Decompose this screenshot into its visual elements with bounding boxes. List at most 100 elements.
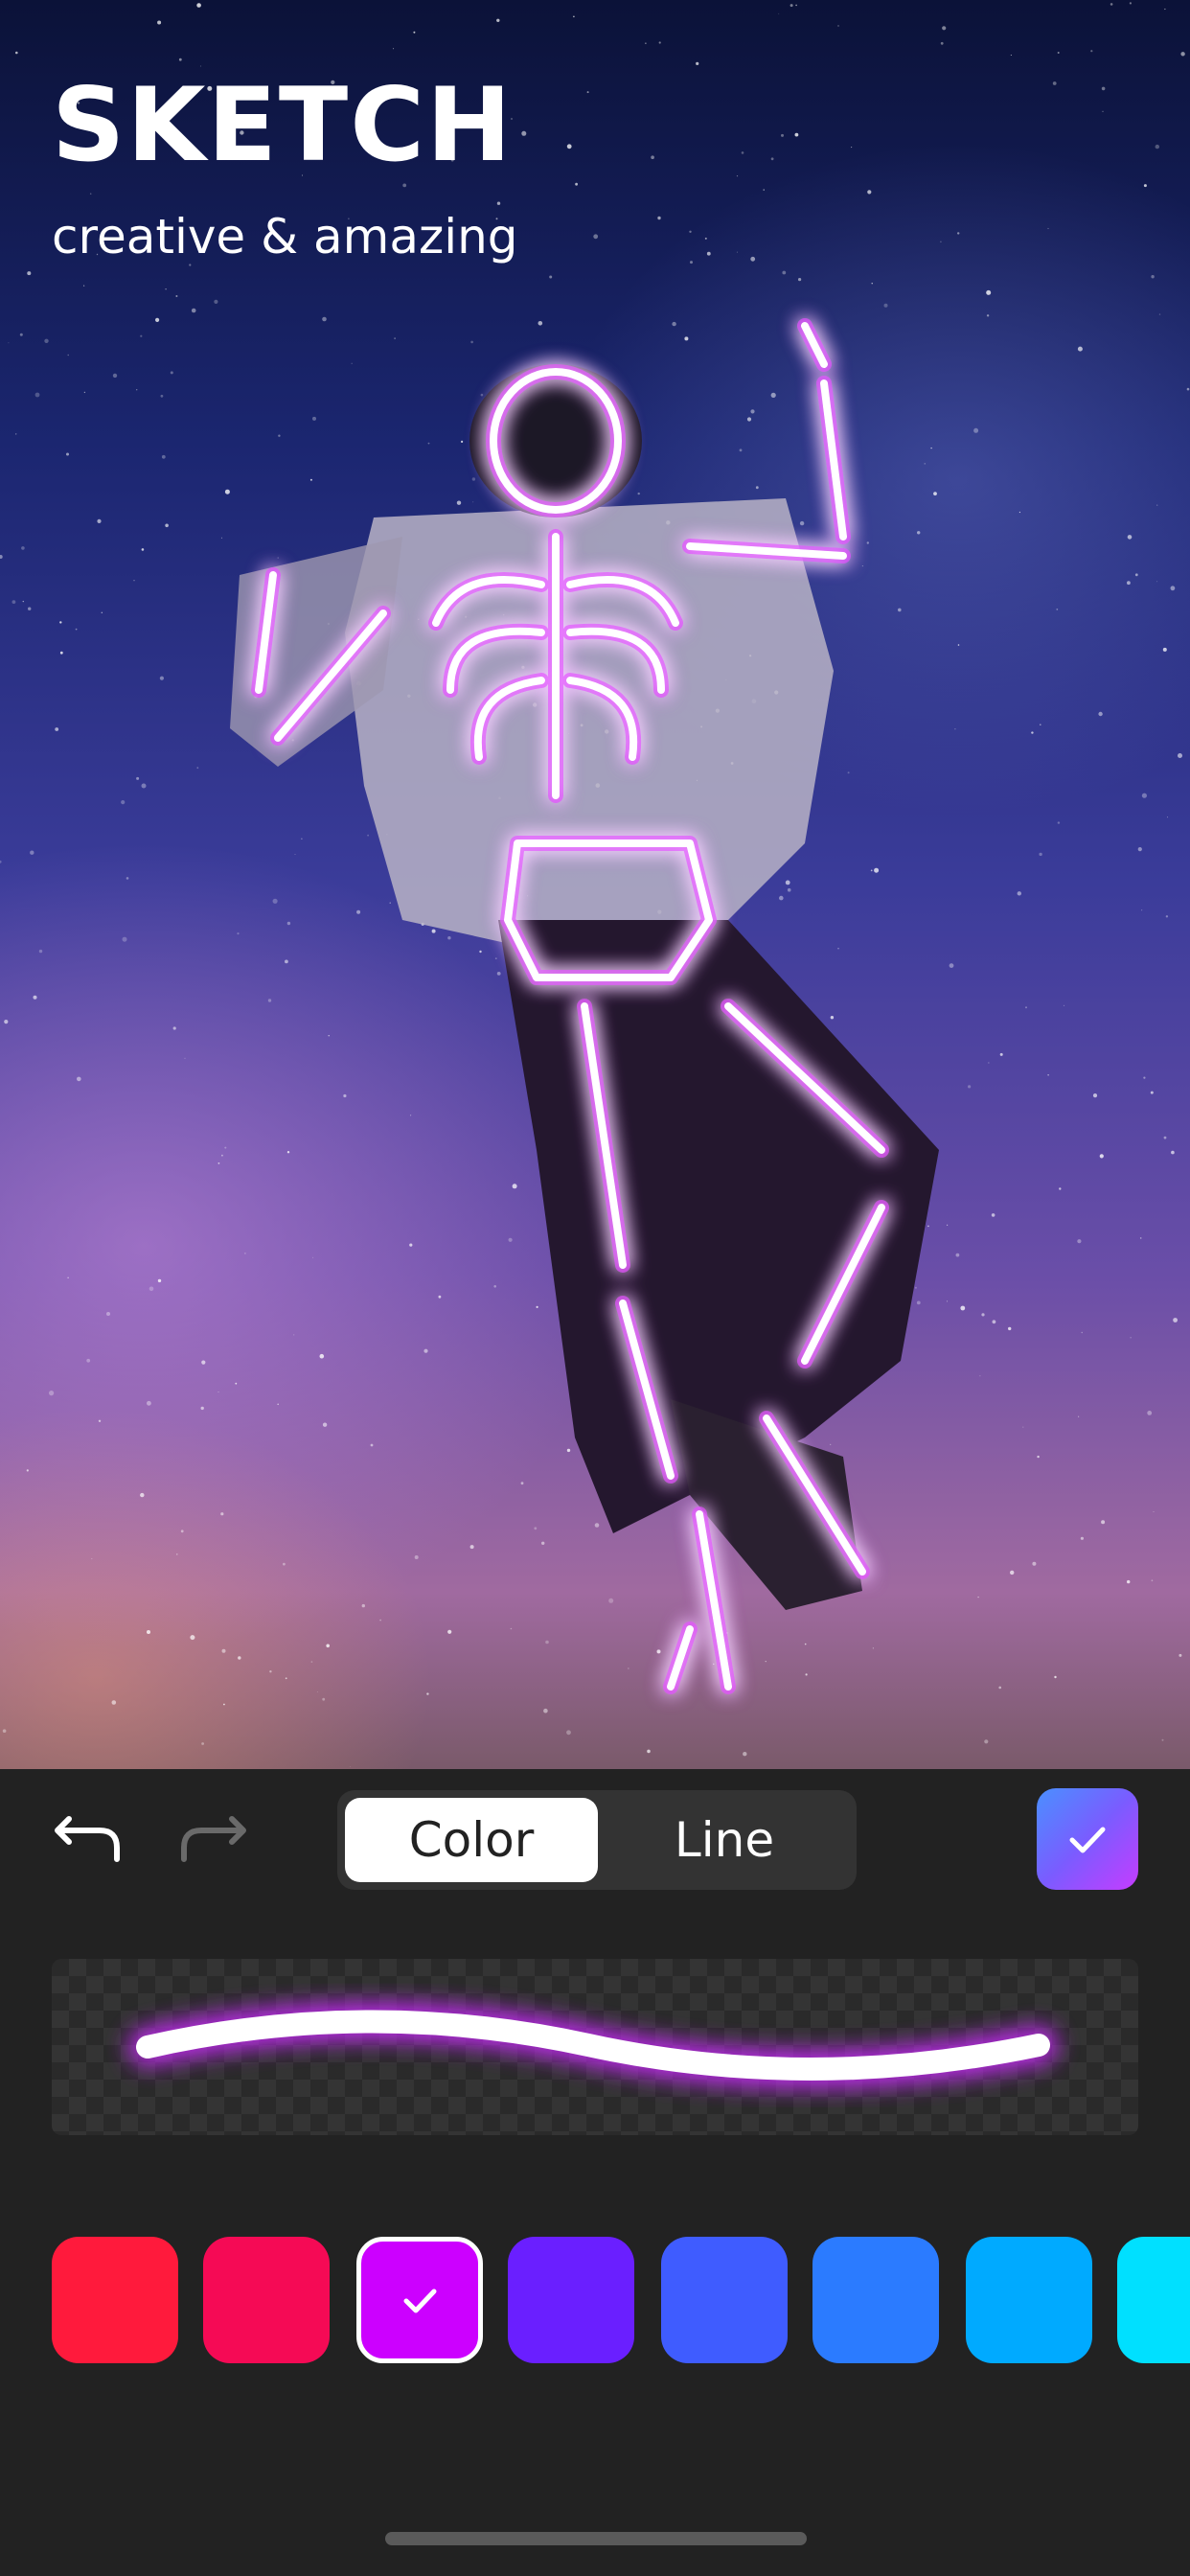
- star: [224, 1146, 227, 1149]
- star: [1150, 1091, 1154, 1094]
- star: [11, 600, 16, 604]
- star: [566, 1448, 571, 1453]
- star: [244, 1253, 246, 1254]
- star: [1010, 55, 1012, 56]
- color-swatch-indigo[interactable]: [661, 2237, 788, 2363]
- star: [672, 321, 676, 327]
- star: [690, 261, 693, 264]
- star: [566, 1730, 571, 1736]
- star: [178, 58, 182, 61]
- star: [141, 548, 145, 551]
- star: [312, 416, 316, 421]
- star: [0, 860, 2, 863]
- color-swatch-row: [0, 2237, 1190, 2367]
- star: [351, 362, 353, 364]
- undo-button[interactable]: [40, 1790, 136, 1886]
- star: [410, 1115, 412, 1116]
- star: [427, 442, 430, 445]
- color-swatch-sky[interactable]: [966, 2237, 1092, 2363]
- star: [955, 1253, 960, 1257]
- star: [1158, 313, 1161, 315]
- star: [1099, 1154, 1104, 1159]
- color-swatch-red[interactable]: [52, 2237, 178, 2363]
- star: [431, 929, 436, 933]
- star: [763, 189, 765, 191]
- star: [874, 867, 880, 873]
- color-swatch-blue[interactable]: [812, 2237, 939, 2363]
- star: [319, 1353, 325, 1359]
- star: [326, 1644, 331, 1648]
- star: [954, 728, 956, 730]
- star: [647, 1749, 651, 1754]
- star: [947, 1300, 948, 1302]
- star: [847, 771, 850, 774]
- star: [201, 1742, 205, 1745]
- star: [15, 433, 17, 435]
- color-swatch-magenta[interactable]: [356, 2237, 483, 2363]
- star: [175, 295, 178, 297]
- redo-button[interactable]: [165, 1790, 261, 1886]
- star: [593, 234, 599, 240]
- star: [301, 838, 303, 840]
- star: [1081, 1331, 1083, 1334]
- star: [992, 1320, 996, 1324]
- star: [543, 1708, 548, 1714]
- star: [59, 651, 63, 655]
- star: [575, 182, 578, 186]
- star: [999, 1052, 1003, 1056]
- star: [1101, 1520, 1106, 1525]
- star: [286, 1151, 290, 1154]
- star: [949, 963, 954, 968]
- star: [220, 1512, 224, 1516]
- star: [170, 371, 173, 375]
- star: [44, 338, 49, 343]
- star: [66, 452, 69, 456]
- color-swatch-cyan[interactable]: [1117, 2237, 1190, 2363]
- star: [1137, 847, 1142, 852]
- undo-arrow-icon: [55, 1816, 120, 1862]
- star: [141, 783, 147, 789]
- star: [1153, 1511, 1155, 1512]
- star: [1127, 581, 1131, 586]
- color-swatch-violet[interactable]: [508, 2237, 634, 2363]
- star: [586, 91, 589, 94]
- star: [367, 834, 369, 837]
- star: [658, 41, 661, 44]
- color-swatch-crimson[interactable]: [203, 2237, 330, 2363]
- star: [38, 949, 43, 954]
- star: [1047, 1074, 1049, 1076]
- star: [1037, 1455, 1040, 1459]
- star: [172, 1026, 176, 1030]
- star: [30, 850, 34, 855]
- star: [520, 1482, 524, 1485]
- star: [1164, 8, 1166, 11]
- star: [1010, 1570, 1015, 1576]
- star: [1170, 586, 1176, 591]
- star: [269, 1670, 272, 1673]
- photo-canvas[interactable]: SKETCH creative & amazing: [0, 0, 1190, 1769]
- star: [322, 1422, 328, 1427]
- star: [1008, 1326, 1012, 1331]
- tab-color[interactable]: Color: [345, 1798, 598, 1882]
- star: [837, 25, 839, 27]
- star: [34, 392, 40, 398]
- star: [238, 1656, 241, 1660]
- star: [101, 611, 103, 613]
- star: [867, 190, 872, 195]
- star: [470, 340, 473, 344]
- confirm-button[interactable]: [1037, 1788, 1138, 1890]
- star: [957, 232, 960, 235]
- star: [770, 157, 774, 161]
- star: [1165, 915, 1169, 918]
- star: [471, 477, 476, 481]
- star: [235, 1382, 238, 1385]
- tab-line[interactable]: Line: [598, 1798, 851, 1882]
- star: [1186, 387, 1190, 391]
- star: [106, 1312, 110, 1316]
- star: [165, 288, 167, 290]
- star: [1155, 144, 1160, 150]
- star: [294, 854, 296, 855]
- star: [89, 193, 92, 195]
- star: [1057, 52, 1060, 54]
- star: [98, 1419, 102, 1423]
